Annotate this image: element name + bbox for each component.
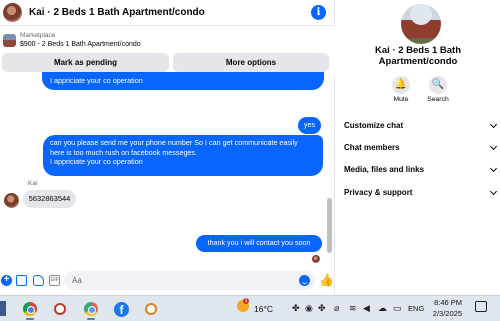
more-options-button[interactable]: More options [173, 53, 329, 72]
chat-scrollbar[interactable] [327, 78, 332, 263]
image-icon[interactable] [16, 275, 27, 286]
info-icon[interactable]: i [311, 5, 326, 20]
plus-icon[interactable]: + [1, 275, 12, 286]
chrome-icon[interactable] [21, 300, 39, 320]
incoming-message[interactable]: 5632863544 [23, 190, 76, 208]
message-line: can you please send me your phone number… [50, 138, 298, 147]
mark-as-pending-button[interactable]: Mark as pending [2, 53, 169, 72]
tray-app-icon[interactable]: ✤ [292, 303, 300, 313]
details-pane: Kai · 2 Beds 1 Bath Apartment/condo 🔔 Mu… [336, 0, 500, 295]
start-edge[interactable] [0, 301, 6, 316]
wifi-icon[interactable]: ≋ [349, 303, 357, 313]
outgoing-message[interactable]: yes [298, 117, 321, 134]
section-privacy-support[interactable]: Privacy & support [344, 186, 498, 200]
outgoing-message[interactable]: I appriciate your co operation [42, 72, 324, 90]
speaker-icon[interactable]: ◀ [363, 303, 370, 313]
language-indicator[interactable]: ENG [408, 304, 424, 313]
message-line: I appriciate your co operation [50, 157, 143, 167]
chevron-down-icon [489, 187, 498, 196]
bell-icon: 🔔 [392, 76, 410, 94]
tray-app-icon[interactable]: ✤ [318, 303, 326, 313]
outgoing-message[interactable]: thank you i will contact you soon [196, 235, 322, 252]
listing-title[interactable]: $900 - 2 Beds 1 Bath Apartment/condo [20, 41, 141, 48]
chat-pane: Kai · 2 Beds 1 Bath Apartment/condo i Ma… [0, 0, 335, 295]
chevron-down-icon [489, 164, 498, 173]
tray-app-icon[interactable]: ◉ [305, 303, 313, 313]
system-clock[interactable]: 8:46 PM 2/3/2025 [432, 297, 462, 319]
seen-receipt-avatar [312, 255, 320, 263]
section-chat-members[interactable]: Chat members [344, 141, 498, 155]
paint-app-icon[interactable] [51, 300, 69, 318]
section-label: Chat members [344, 143, 400, 152]
tray-app-icon[interactable]: ⌀ [334, 303, 339, 313]
listing-thumbnail[interactable] [3, 34, 16, 47]
message-composer: + GIF 👍 [0, 268, 335, 294]
gif-icon[interactable]: GIF [49, 275, 60, 286]
scroll-thumb[interactable] [327, 198, 332, 253]
clock-time: 8:46 PM [434, 298, 462, 307]
notification-count-badge: 1 [243, 298, 249, 304]
search-icon: 🔍 [429, 76, 447, 94]
chrome-profile-icon[interactable] [82, 300, 100, 320]
sender-name: Kai [28, 180, 38, 187]
search-button[interactable]: 🔍 Search [418, 76, 458, 103]
like-icon[interactable]: 👍 [319, 273, 334, 287]
listing-avatar [401, 4, 441, 44]
chat-header: Kai · 2 Beds 1 Bath Apartment/condo i [0, 0, 335, 26]
pinwheel-app-icon[interactable] [142, 300, 160, 318]
temperature-text[interactable]: 16°C [254, 304, 273, 314]
notification-center-icon[interactable] [475, 301, 487, 312]
chevron-down-icon [489, 120, 498, 129]
clock-date: 2/3/2025 [432, 309, 462, 318]
section-customize-chat[interactable]: Customize chat [344, 119, 498, 133]
section-label: Privacy & support [344, 188, 413, 197]
section-media-files-links[interactable]: Media, files and links [344, 163, 498, 177]
message-input[interactable] [64, 271, 315, 290]
details-title: Kai · 2 Beds 1 Bath Apartment/condo [374, 45, 462, 67]
chat-title[interactable]: Kai · 2 Beds 1 Bath Apartment/condo [29, 7, 205, 18]
cloud-icon[interactable]: ☁ [378, 303, 387, 313]
battery-icon[interactable]: ▭ [393, 303, 402, 313]
outgoing-message[interactable]: can you please send me your phone number… [43, 135, 323, 176]
contact-avatar[interactable] [3, 3, 22, 22]
section-label: Media, files and links [344, 165, 425, 174]
search-label: Search [427, 96, 449, 103]
sticker-icon[interactable] [33, 275, 44, 286]
message-line: here is too much rush on facebook messeg… [50, 147, 198, 157]
section-label: Customize chat [344, 121, 404, 130]
chevron-down-icon [489, 142, 498, 151]
mute-button[interactable]: 🔔 Mute [381, 76, 421, 103]
facebook-icon[interactable]: f [112, 300, 130, 318]
taskbar: f [0, 295, 500, 321]
mute-label: Mute [393, 96, 409, 103]
marketplace-label: Marketplace [20, 32, 56, 39]
emoji-icon[interactable] [299, 275, 310, 286]
sender-avatar[interactable] [4, 193, 19, 208]
